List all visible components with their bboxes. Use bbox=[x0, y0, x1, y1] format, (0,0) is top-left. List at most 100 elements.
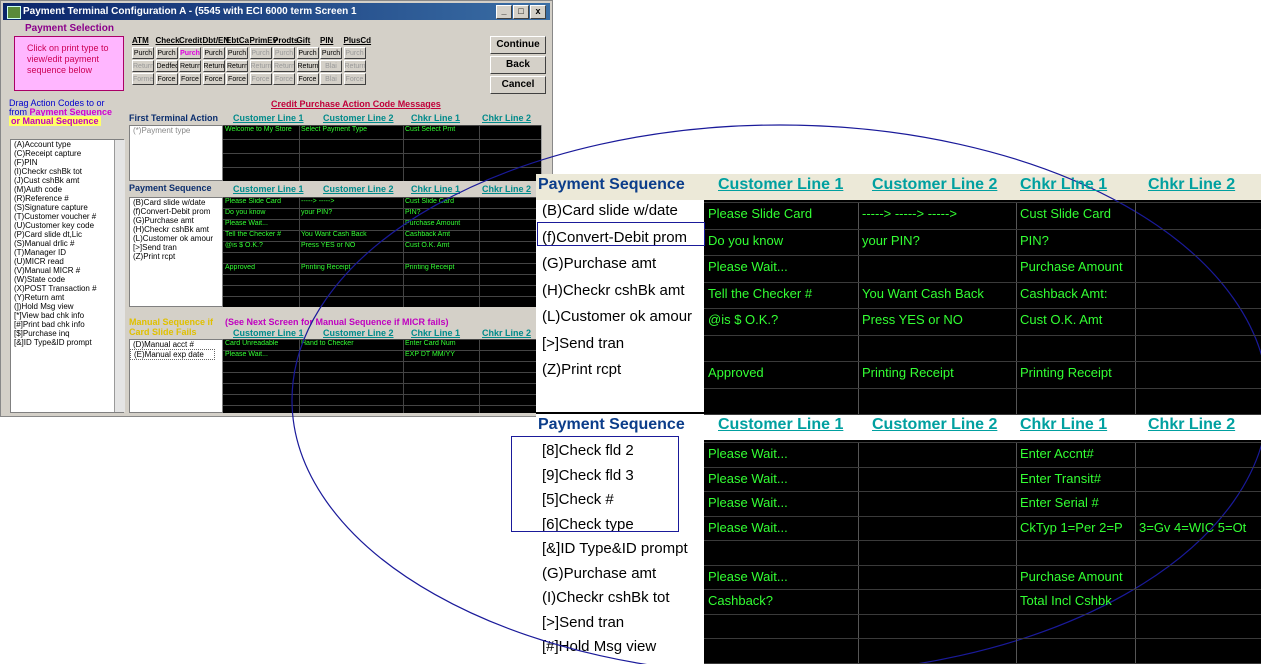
zoom-list-item[interactable]: [&]ID Type&ID prompt bbox=[542, 540, 688, 557]
grid-cell[interactable]: Welcome to My Store bbox=[225, 126, 297, 133]
grid-cell[interactable]: Printing Receipt bbox=[301, 264, 373, 271]
grid-cell[interactable]: Cashback Amt bbox=[405, 231, 477, 238]
zoom-list-item[interactable]: (B)Card slide w/date bbox=[542, 202, 678, 219]
grid-cell[interactable]: -----> -----> bbox=[301, 198, 373, 205]
action-code-item[interactable]: (S)Signature capture bbox=[11, 203, 123, 212]
first-action-scrollbar[interactable] bbox=[541, 125, 552, 181]
zoom-grid-cell[interactable]: Please Wait... bbox=[708, 259, 858, 274]
small-seq-grid[interactable]: Please Slide Card -----> -----> Cust Slide… bbox=[223, 197, 541, 307]
zoom-grid-cell[interactable]: Tell the Checker # bbox=[708, 286, 858, 301]
payment-button-row2[interactable]: Return bbox=[179, 60, 201, 72]
zoom-grid-cell[interactable]: -----> -----> -----> bbox=[862, 206, 1016, 221]
action-code-item[interactable]: (M)Auth code bbox=[11, 185, 123, 194]
action-code-item[interactable]: (T)Manager ID bbox=[11, 248, 123, 257]
zoom-grid-cell[interactable]: CkTyp 1=Per 2=P bbox=[1020, 520, 1137, 535]
zoom-grid-cell[interactable]: Cashback? bbox=[708, 593, 858, 608]
action-code-item[interactable]: (U)Customer key code bbox=[11, 221, 123, 230]
action-code-item[interactable]: (J)Cust cshBk amt bbox=[11, 176, 123, 185]
payment-button-row2[interactable]: Return bbox=[343, 60, 366, 72]
payment-type-ebtca[interactable]: EbtCa bbox=[226, 36, 249, 45]
payment-button-row1[interactable]: Purch bbox=[320, 47, 342, 59]
zoom-grid-cell[interactable]: Printing Receipt bbox=[862, 365, 1016, 380]
payment-type-credit[interactable]: Credit bbox=[179, 36, 202, 45]
list-item[interactable]: (*)Payment type bbox=[130, 126, 222, 135]
payment-button-row1[interactable]: Purch bbox=[179, 47, 201, 59]
action-code-item[interactable]: (X)POST Transaction # bbox=[11, 284, 123, 293]
zoom-grid-cell[interactable]: Please Wait... bbox=[708, 471, 858, 486]
grid-cell[interactable]: Tell the Checker # bbox=[225, 231, 297, 238]
zoom-grid-cell[interactable]: Cashback Amt: bbox=[1020, 286, 1137, 301]
zoom-grid-cell[interactable]: Please Wait... bbox=[708, 520, 858, 535]
zoom-grid-cell[interactable]: Please Wait... bbox=[708, 446, 858, 461]
payment-button-row3[interactable]: Force bbox=[343, 73, 366, 85]
zoom-list-item[interactable]: (L)Customer ok amour bbox=[542, 308, 692, 325]
grid-cell[interactable]: Card Unreadable bbox=[225, 340, 297, 347]
zoom-grid-cell[interactable]: @is $ O.K.? bbox=[708, 312, 858, 327]
grid-cell[interactable]: Press YES or NO bbox=[301, 242, 373, 249]
zoom-grid-cell[interactable]: Purchase Amount bbox=[1020, 259, 1137, 274]
action-code-item[interactable]: (W)State code bbox=[11, 275, 123, 284]
zoom-grid-cell[interactable]: Please Wait... bbox=[708, 495, 858, 510]
zoom-list-item[interactable]: (I)Checkr cshBk tot bbox=[542, 589, 670, 606]
payment-type-gift[interactable]: Gift bbox=[297, 36, 311, 45]
payment-button-row3[interactable]: Force bbox=[226, 73, 248, 85]
zoom-grid-cell[interactable]: 3=Gv 4=WIC 5=Ot bbox=[1139, 520, 1259, 535]
zoom-grid-cell[interactable]: Please Wait... bbox=[708, 569, 858, 584]
action-list-scrollbar[interactable] bbox=[114, 140, 125, 412]
list-item[interactable]: (E)Manual exp date bbox=[130, 349, 215, 360]
manual-seq-list[interactable]: (D)Manual acct # (E)Manual exp date bbox=[129, 339, 223, 413]
payment-button-row1[interactable]: Purch bbox=[249, 47, 272, 59]
grid-cell[interactable]: Please Wait... bbox=[225, 351, 297, 358]
action-code-item[interactable]: (F)PIN bbox=[11, 158, 123, 167]
action-code-item[interactable]: (I)Checkr cshBk tot bbox=[11, 167, 123, 176]
payment-button-row1[interactable]: Purch bbox=[296, 47, 319, 59]
back-button[interactable]: Back bbox=[490, 56, 546, 74]
payment-button-row3[interactable]: Forme bbox=[132, 73, 154, 85]
payment-button-row2[interactable]: Return bbox=[249, 60, 272, 72]
action-code-item[interactable]: (P)Card slide dt,Lic bbox=[11, 230, 123, 239]
action-code-item[interactable]: (R)Reference # bbox=[11, 194, 123, 203]
payment-button-row3[interactable]: Force bbox=[296, 73, 319, 85]
action-code-item[interactable]: [*]View bad chk info bbox=[11, 311, 123, 320]
zoom-grid-cell[interactable]: Total Incl Cshbk bbox=[1020, 593, 1137, 608]
payment-button-row3[interactable]: Force bbox=[249, 73, 272, 85]
action-code-item[interactable]: (V)Manual MICR # bbox=[11, 266, 123, 275]
action-code-item[interactable]: [&]ID Type&ID prompt bbox=[11, 338, 123, 347]
list-item[interactable]: (f)Convert-Debit prom bbox=[130, 207, 222, 216]
payment-button-row1[interactable]: Purch bbox=[202, 47, 225, 59]
grid-cell[interactable]: Printing Receipt bbox=[405, 264, 477, 271]
zoom-list-item[interactable]: (G)Purchase amt bbox=[542, 255, 656, 272]
zoom-list-item[interactable]: [>]Send tran bbox=[542, 335, 624, 352]
payment-type-pluscd[interactable]: PlusCd bbox=[344, 36, 372, 45]
grid-cell[interactable]: Hand to Checker bbox=[301, 340, 373, 347]
payment-type-prodts[interactable]: Prodts bbox=[273, 36, 298, 45]
list-item[interactable]: (G)Purchase amt bbox=[130, 216, 222, 225]
list-item[interactable]: (L)Customer ok amour bbox=[130, 234, 222, 243]
grid-cell[interactable]: Do you know bbox=[225, 209, 297, 216]
payment-button-row3[interactable]: Blai bbox=[320, 73, 342, 85]
action-code-item[interactable]: (U)MICR read bbox=[11, 257, 123, 266]
zoom-grid-cell[interactable]: Press YES or NO bbox=[862, 312, 1016, 327]
list-item[interactable]: (D)Manual acct # bbox=[130, 340, 222, 349]
zoom-grid-cell[interactable]: Purchase Amount bbox=[1020, 569, 1137, 584]
maximize-button[interactable]: □ bbox=[513, 5, 529, 19]
close-button[interactable]: x bbox=[530, 5, 546, 19]
zoom-list-item[interactable]: (Z)Print rcpt bbox=[542, 361, 621, 378]
action-code-item[interactable]: [#]Print bad chk info bbox=[11, 320, 123, 329]
zoom-grid-cell[interactable]: Enter Serial # bbox=[1020, 495, 1137, 510]
cancel-button[interactable]: Cancel bbox=[490, 76, 546, 94]
action-code-item[interactable]: (C)Receipt capture bbox=[11, 149, 123, 158]
continue-button[interactable]: Continue bbox=[490, 36, 546, 54]
grid-cell[interactable]: Please Slide Card bbox=[225, 198, 297, 205]
first-action-list[interactable]: (*)Payment type bbox=[129, 125, 223, 181]
grid-cell[interactable]: Purchase Amount bbox=[405, 220, 477, 227]
action-code-item[interactable]: (S)Manual drlic # bbox=[11, 239, 123, 248]
payment-button-row3[interactable]: Force bbox=[155, 73, 178, 85]
grid-cell[interactable]: Please Wait... bbox=[225, 220, 297, 227]
grid-cell[interactable]: PIN? bbox=[405, 209, 477, 216]
payment-button-row1[interactable]: Purch bbox=[343, 47, 366, 59]
zoom-grid-cell[interactable]: Enter Accnt# bbox=[1020, 446, 1137, 461]
payment-button-row3[interactable]: Force bbox=[273, 73, 295, 85]
zoom-grid-cell[interactable]: Cust O.K. Amt bbox=[1020, 312, 1137, 327]
zoom-list-item[interactable]: (G)Purchase amt bbox=[542, 565, 656, 582]
